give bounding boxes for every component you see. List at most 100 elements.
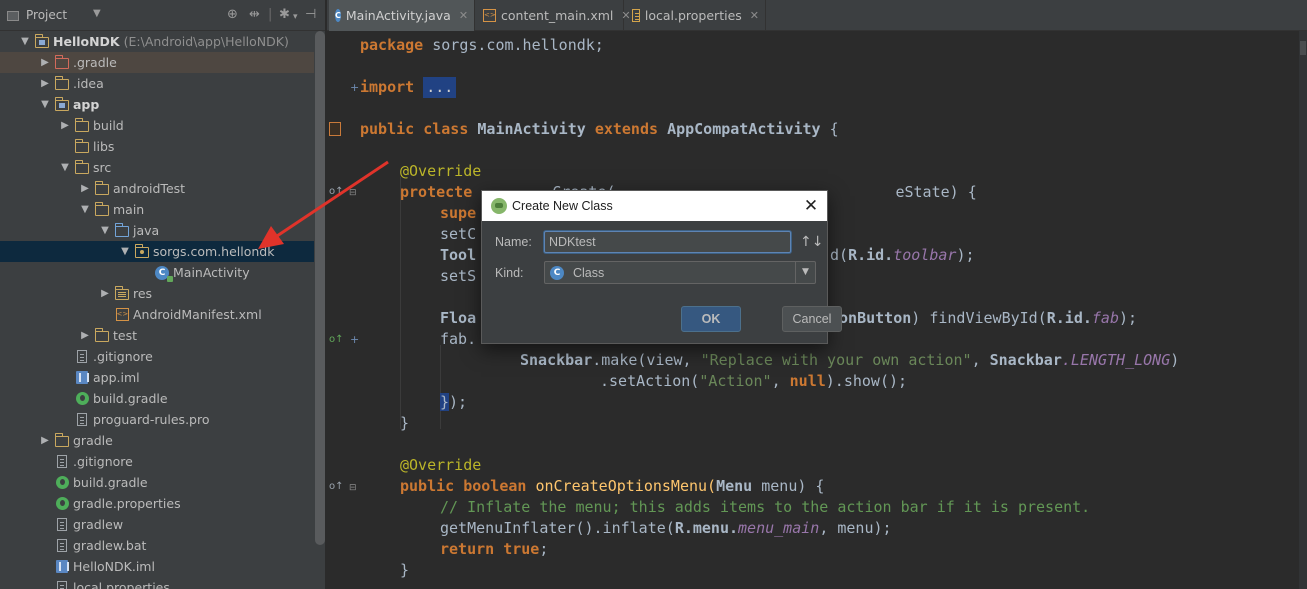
tree-item-app[interactable]: ▼ app [0, 94, 314, 115]
ok-button[interactable]: OK [681, 306, 741, 332]
code-line: } [400, 561, 410, 579]
hide-panel-icon[interactable]: ⊣ [305, 7, 316, 23]
gear-icon[interactable]: ✱ [279, 7, 290, 23]
code-line: Floa [440, 309, 477, 327]
expand-down-icon[interactable]: ▼ [58, 162, 72, 173]
module-file-icon [74, 371, 90, 385]
tree-item-test[interactable]: ▶ test [0, 325, 314, 346]
text-file-icon [74, 413, 90, 427]
chevron-down-icon[interactable]: ▼ [93, 8, 101, 19]
expand-right-icon[interactable]: ▶ [98, 288, 112, 299]
code-line: package sorgs.com.hellondk; [360, 36, 604, 54]
code-line: setS [440, 267, 477, 285]
expand-right-icon[interactable]: ▶ [58, 120, 72, 131]
tree-item-androidmanifest[interactable]: ▶<>AndroidManifest.xml [0, 304, 314, 325]
class-icon: C [550, 265, 564, 280]
gradle-icon [54, 497, 70, 511]
tab-mainactivity-java[interactable]: C MainActivity.java ✕ [329, 0, 475, 31]
tree-item-hellondk[interactable]: ▼ HelloNDK (E:\Android\app\HelloNDK) [0, 31, 314, 52]
cancel-button[interactable]: Cancel [782, 306, 842, 332]
expand-right-icon[interactable]: ▶ [78, 183, 92, 194]
tree-item-package[interactable]: ▼ sorgs.com.hellondk [0, 241, 314, 262]
tree-item-local-properties-file[interactable]: ▶local.properties [0, 577, 314, 589]
close-icon[interactable]: ✕ [459, 9, 468, 22]
project-scrollbar[interactable] [315, 31, 325, 545]
collapse-all-icon[interactable]: ⇹ [249, 7, 260, 23]
dialog-titlebar[interactable]: Create New Class ✕ [482, 191, 827, 221]
java-class-icon: C [154, 265, 173, 282]
tree-item-main[interactable]: ▼ main [0, 199, 314, 220]
tree-item-label: build.gradle [73, 475, 148, 490]
source-folder-icon [114, 223, 130, 238]
tab-local-properties[interactable]: local.properties ✕ [626, 0, 766, 31]
tree-item-label: AndroidManifest.xml [133, 307, 262, 322]
tree-item-gradlew[interactable]: ▶gradlew [0, 514, 314, 535]
sort-icon[interactable]: ↑↓ [800, 232, 823, 252]
fold-collapse-icon[interactable]: ⊟ [349, 188, 357, 198]
tree-item-app-iml[interactable]: ▶app.iml [0, 367, 314, 388]
tree-item-label: .idea [73, 76, 104, 91]
fold-collapse-icon[interactable]: ⊟ [349, 483, 357, 493]
gear-dropdown-icon[interactable]: ▾ [293, 9, 298, 25]
expand-right-icon[interactable]: ▶ [78, 330, 92, 341]
expand-right-icon[interactable]: ▶ [38, 78, 52, 89]
close-icon[interactable]: ✕ [750, 9, 759, 22]
tab-label: content_main.xml [501, 8, 614, 23]
expand-down-icon[interactable]: ▼ [18, 36, 32, 47]
class-name-input[interactable] [544, 231, 791, 253]
gradle-icon [54, 476, 70, 490]
lambda-marker-icon[interactable]: o↑ [329, 335, 344, 345]
fold-expand-icon[interactable]: + [350, 334, 359, 345]
code-line: // Inflate the menu; this adds items to … [440, 498, 1091, 516]
tree-item-gradle-folder[interactable]: ▶ gradle [0, 430, 314, 451]
code-line: ionButton) findViewById(R.id.fab); [830, 309, 1138, 327]
tree-item-build[interactable]: ▶ build [0, 115, 314, 136]
tab-content-main-xml[interactable]: <> content_main.xml ✕ [477, 0, 631, 31]
brace-match: } [440, 393, 450, 411]
expand-down-icon[interactable]: ▼ [38, 99, 52, 110]
module-folder-icon [34, 34, 50, 49]
tree-item-java[interactable]: ▼ java [0, 220, 314, 241]
tree-item-gradle-dir[interactable]: ▶ .gradle [0, 52, 314, 73]
override-marker-icon[interactable]: o↑ [329, 187, 344, 197]
tree-item-proguard[interactable]: ▶proguard-rules.pro [0, 409, 314, 430]
code-line: }); [440, 393, 468, 411]
tree-item-root-gitignore[interactable]: ▶.gitignore [0, 451, 314, 472]
tree-item-src[interactable]: ▼ src [0, 157, 314, 178]
tree-item-label: app.iml [93, 370, 140, 385]
kind-select[interactable]: C Class ▼ [544, 261, 816, 284]
tree-item-idea[interactable]: ▶ .idea [0, 73, 314, 94]
sync-target-icon[interactable]: ⊕ [227, 7, 238, 23]
tree-item-gradle-properties[interactable]: ▶gradle.properties [0, 493, 314, 514]
tree-item-app-gitignore[interactable]: ▶.gitignore [0, 346, 314, 367]
tree-item-androidtest[interactable]: ▶ androidTest [0, 178, 314, 199]
package-icon [134, 244, 150, 259]
editor-gutter: + o↑ ⊟ o↑ + o↑ ⊟ [327, 31, 359, 589]
tree-item-gradlew-bat[interactable]: ▶gradlew.bat [0, 535, 314, 556]
tree-item-label: androidTest [113, 181, 186, 196]
expand-down-icon[interactable]: ▼ [118, 246, 132, 257]
tree-item-app-build-gradle[interactable]: ▶build.gradle [0, 388, 314, 409]
tree-item-mainactivity[interactable]: ▶CMainActivity [0, 262, 314, 283]
tree-item-libs[interactable]: ▶libs [0, 136, 314, 157]
override-marker-icon[interactable]: o↑ [329, 482, 344, 492]
module-file-icon [54, 560, 70, 574]
tree-item-res[interactable]: ▶ res [0, 283, 314, 304]
folded-imports[interactable]: ... [423, 77, 457, 98]
editor-scrollbar[interactable] [1299, 31, 1307, 589]
tree-item-label: src [93, 160, 112, 175]
expand-down-icon[interactable]: ▼ [98, 225, 112, 236]
text-file-icon [54, 581, 70, 589]
code-line: supe [440, 204, 477, 222]
expand-down-icon[interactable]: ▼ [78, 204, 92, 215]
expand-right-icon[interactable]: ▶ [38, 57, 52, 68]
chevron-down-icon[interactable]: ▼ [795, 262, 815, 283]
close-icon[interactable]: ✕ [801, 196, 821, 216]
project-view-title[interactable]: Project [26, 8, 67, 22]
expand-right-icon[interactable]: ▶ [38, 435, 52, 446]
fold-expand-icon[interactable]: + [350, 82, 359, 93]
class-annotation-icon[interactable] [329, 122, 341, 136]
tree-item-root-build-gradle[interactable]: ▶build.gradle [0, 472, 314, 493]
tree-item-hellondk-iml[interactable]: ▶HelloNDK.iml [0, 556, 314, 577]
xml-file-icon: <> [114, 308, 130, 322]
